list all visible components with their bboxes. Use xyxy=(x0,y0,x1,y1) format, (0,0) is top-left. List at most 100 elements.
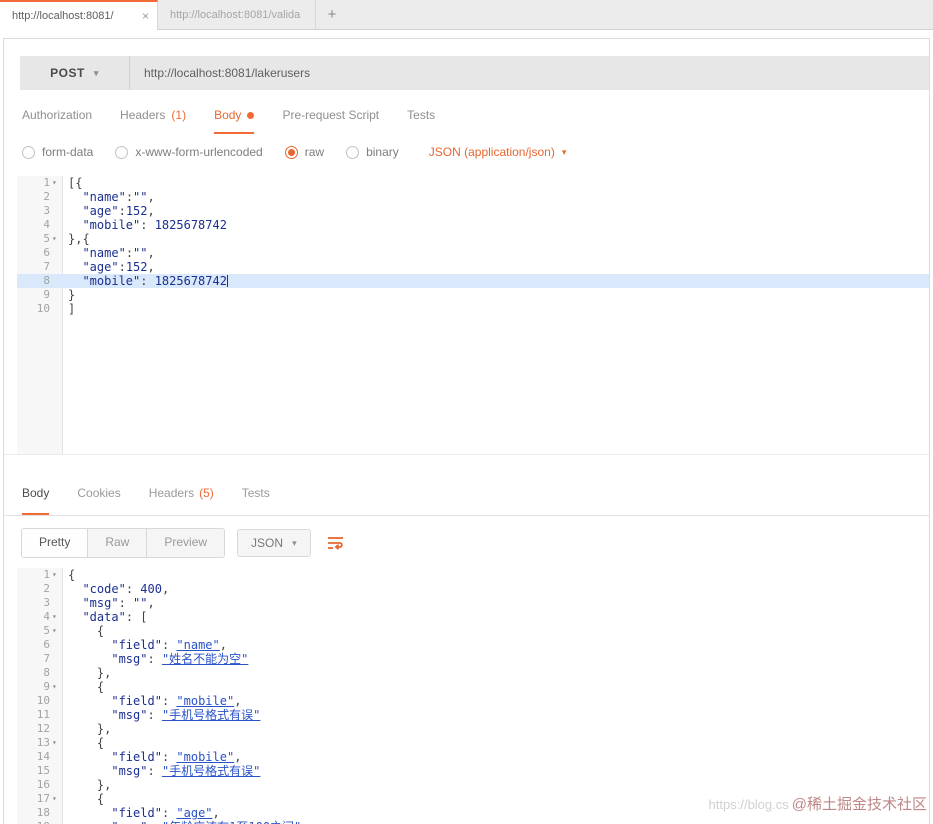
code-line[interactable]: 19 "msg": "年龄应该在1至100之间" xyxy=(17,820,929,824)
code-text: "mobile": 1825678742 xyxy=(82,218,227,232)
tab-label: Headers xyxy=(148,486,195,500)
code-line[interactable]: 17 ▾ { xyxy=(17,792,929,806)
fold-arrow-icon[interactable]: ▾ xyxy=(50,624,63,638)
fold-arrow-icon[interactable]: ▾ xyxy=(50,736,63,750)
content-type-selector[interactable]: JSON (application/json) ▾ xyxy=(429,145,567,159)
code-text: }, xyxy=(96,666,112,680)
pretty-button[interactable]: Pretty xyxy=(22,529,89,557)
code-line[interactable]: 10 "field": "mobile", xyxy=(17,694,929,708)
request-tab-1[interactable]: http://localhost:8081/ × xyxy=(0,0,158,30)
radio-icon[interactable] xyxy=(115,145,129,159)
url-input[interactable]: http://localhost:8081/lakerusers xyxy=(130,56,929,90)
gutter-cell: 9 xyxy=(17,288,63,302)
response-tabs: Body Cookies Headers (5) Tests xyxy=(4,454,929,516)
line-number: 2 xyxy=(43,582,50,595)
request-body-editor[interactable]: 1 ▾[{2 "name":"", 3 "age":152, 4 "mobile": … xyxy=(17,176,929,454)
line-number: 4 xyxy=(43,218,50,231)
mode-form-data[interactable]: form-data xyxy=(22,145,93,159)
code-line[interactable]: 2 "name":"", xyxy=(17,190,929,204)
preview-button[interactable]: Preview xyxy=(147,529,225,557)
format-label: JSON xyxy=(251,536,284,550)
line-number: 7 xyxy=(43,652,50,665)
code-line[interactable]: 14 "field": "mobile", xyxy=(17,750,929,764)
fold-arrow-icon[interactable]: ▾ xyxy=(50,680,63,694)
mode-x-www-form-urlencoded[interactable]: x-www-form-urlencoded xyxy=(115,145,263,159)
tab-response-headers[interactable]: Headers (5) xyxy=(149,486,214,515)
tab-label: Tests xyxy=(241,486,270,500)
tab-label: Body xyxy=(214,108,242,122)
code-line[interactable]: 5 ▾ { xyxy=(17,624,929,638)
gutter-cell: 4 xyxy=(17,218,63,232)
code-line[interactable]: 9} xyxy=(17,288,929,302)
tab-pre-request-script[interactable]: Pre-request Script xyxy=(282,96,379,134)
radio-icon[interactable] xyxy=(346,145,360,159)
code-line[interactable]: 1 ▾ [{ xyxy=(17,176,929,190)
fold-arrow-icon[interactable]: ▾ xyxy=(50,568,63,582)
tab-label: Tests xyxy=(407,108,436,122)
code-line[interactable]: 16 }, xyxy=(17,778,929,792)
code-line[interactable]: 11 "msg": "手机号格式有误" xyxy=(17,708,929,722)
tab-headers[interactable]: Headers (1) xyxy=(120,96,186,134)
code-line[interactable]: 10] xyxy=(17,302,929,316)
wrap-lines-icon[interactable] xyxy=(326,534,346,552)
line-number: 7 xyxy=(43,260,50,273)
code-line[interactable]: 7 "msg": "姓名不能为空" xyxy=(17,652,929,666)
request-tab-2[interactable]: http://localhost:8081/valida xyxy=(158,0,316,29)
line-number: 4 xyxy=(43,610,50,623)
tab-response-body[interactable]: Body xyxy=(22,486,50,515)
gutter-cell: 1 ▾ xyxy=(17,568,63,582)
fold-arrow-icon[interactable]: ▾ xyxy=(50,176,63,190)
code-line[interactable]: 6 "name":"", xyxy=(17,246,929,260)
fold-arrow-icon[interactable]: ▾ xyxy=(50,610,63,624)
response-toolbar: Pretty Raw Preview JSON ▾ xyxy=(4,528,929,558)
tab-authorization[interactable]: Authorization xyxy=(22,96,92,134)
tab-label: Body xyxy=(22,486,50,500)
code-line[interactable]: 4 ▾ "data": [ xyxy=(17,610,929,624)
mode-raw[interactable]: raw xyxy=(284,145,324,159)
code-line[interactable]: 7 "age":152, xyxy=(17,260,929,274)
line-number: 11 xyxy=(36,708,50,721)
main-panel: POST ▾ http://localhost:8081/lakerusers … xyxy=(3,38,930,824)
mode-binary[interactable]: binary xyxy=(346,145,399,159)
response-body-editor[interactable]: 1 ▾{2 "code": 400, 3 "msg": "", 4 ▾ "data": … xyxy=(17,568,929,824)
gutter-cell: 10 xyxy=(17,302,63,316)
tab-tests[interactable]: Tests xyxy=(407,96,435,134)
code-line[interactable]: 4 "mobile": 1825678742 xyxy=(17,218,929,232)
code-line[interactable]: 1 ▾ { xyxy=(17,568,929,582)
code-line[interactable]: 2 "code": 400, xyxy=(17,582,929,596)
code-line[interactable]: 8 "mobile": 1825678742 xyxy=(17,274,929,288)
code-text: "mobile": 1825678742 xyxy=(82,274,228,288)
radio-selected-icon[interactable] xyxy=(284,145,298,159)
request-tab-1-label: http://localhost:8081/ xyxy=(12,10,114,22)
format-selector[interactable]: JSON ▾ xyxy=(237,529,311,557)
tab-cookies[interactable]: Cookies xyxy=(77,486,120,515)
fold-arrow-icon[interactable]: ▾ xyxy=(50,792,63,806)
gutter-cell: 11 xyxy=(17,708,63,722)
code-line[interactable]: 3 "age":152, xyxy=(17,204,929,218)
code-line[interactable]: 9 ▾ { xyxy=(17,680,929,694)
code-line[interactable]: 12 }, xyxy=(17,722,929,736)
close-tab-icon[interactable]: × xyxy=(142,9,149,23)
code-line[interactable]: 5 ▾},{ xyxy=(17,232,929,246)
line-number: 18 xyxy=(36,806,50,819)
code-text: { xyxy=(96,680,105,694)
line-number: 1 xyxy=(43,176,50,189)
code-line[interactable]: 6 "field": "name", xyxy=(17,638,929,652)
code-text: "field": "mobile", xyxy=(111,750,242,764)
gutter-cell: 2 xyxy=(17,582,63,596)
fold-arrow-icon[interactable]: ▾ xyxy=(50,232,63,246)
tab-response-tests[interactable]: Tests xyxy=(242,486,270,515)
code-line[interactable]: 8 }, xyxy=(17,666,929,680)
raw-button[interactable]: Raw xyxy=(88,529,148,557)
line-number: 2 xyxy=(43,190,50,203)
line-number: 19 xyxy=(37,820,50,824)
radio-icon[interactable] xyxy=(22,145,35,159)
code-line[interactable]: 13 ▾ { xyxy=(17,736,929,750)
tab-body[interactable]: Body xyxy=(214,96,255,134)
method-selector[interactable]: POST ▾ xyxy=(20,56,130,90)
code-line[interactable]: 15 "msg": "手机号格式有误" xyxy=(17,764,929,778)
new-tab-button[interactable]: + xyxy=(316,0,348,29)
gutter-cell: 7 xyxy=(17,652,63,666)
code-line[interactable]: 3 "msg": "", xyxy=(17,596,929,610)
code-line[interactable]: 18 "field": "age", xyxy=(17,806,929,820)
